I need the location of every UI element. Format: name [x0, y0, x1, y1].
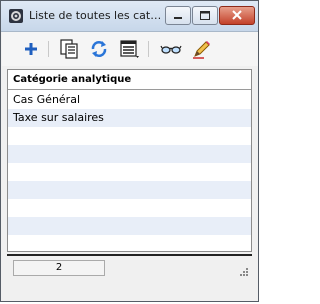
list-item[interactable] [8, 127, 251, 145]
resize-grip-icon[interactable] [239, 267, 249, 277]
edit-pencil-icon[interactable] [190, 38, 212, 60]
category-list[interactable]: Catégorie analytique Cas Général Taxe su… [7, 69, 252, 252]
window-title: Liste de toutes les cat… [29, 9, 162, 22]
close-button[interactable] [219, 6, 255, 25]
list-item[interactable] [8, 181, 251, 199]
list-item[interactable] [8, 145, 251, 163]
toolbar-separator [148, 41, 149, 57]
list-item[interactable]: Cas Général [8, 91, 251, 109]
maximize-icon [200, 11, 210, 20]
list-rows: Cas Général Taxe sur salaires [8, 91, 251, 251]
list-item[interactable] [8, 217, 251, 235]
minimize-button[interactable] [165, 6, 191, 25]
column-header-category[interactable]: Catégorie analytique [8, 70, 251, 90]
list-item[interactable] [8, 235, 251, 251]
app-window: Liste de toutes les cat… Catégorie analy… [0, 0, 259, 302]
record-count: 2 [13, 260, 105, 276]
toolbar-separator [48, 41, 49, 57]
add-icon[interactable] [20, 38, 42, 60]
list-item[interactable] [8, 163, 251, 181]
maximize-button[interactable] [192, 6, 218, 25]
close-icon [232, 10, 242, 20]
view-glasses-icon[interactable] [160, 38, 182, 60]
toolbar [2, 32, 258, 66]
list-item[interactable]: Taxe sur salaires [8, 109, 251, 127]
copy-icon[interactable] [58, 38, 80, 60]
gear-app-icon [9, 9, 23, 23]
status-bar: 2 [7, 254, 252, 280]
list-item[interactable] [8, 199, 251, 217]
minimize-icon [174, 17, 182, 19]
list-menu-icon[interactable] [118, 38, 140, 60]
title-bar[interactable]: Liste de toutes les cat… [1, 1, 258, 32]
refresh-icon[interactable] [88, 38, 110, 60]
